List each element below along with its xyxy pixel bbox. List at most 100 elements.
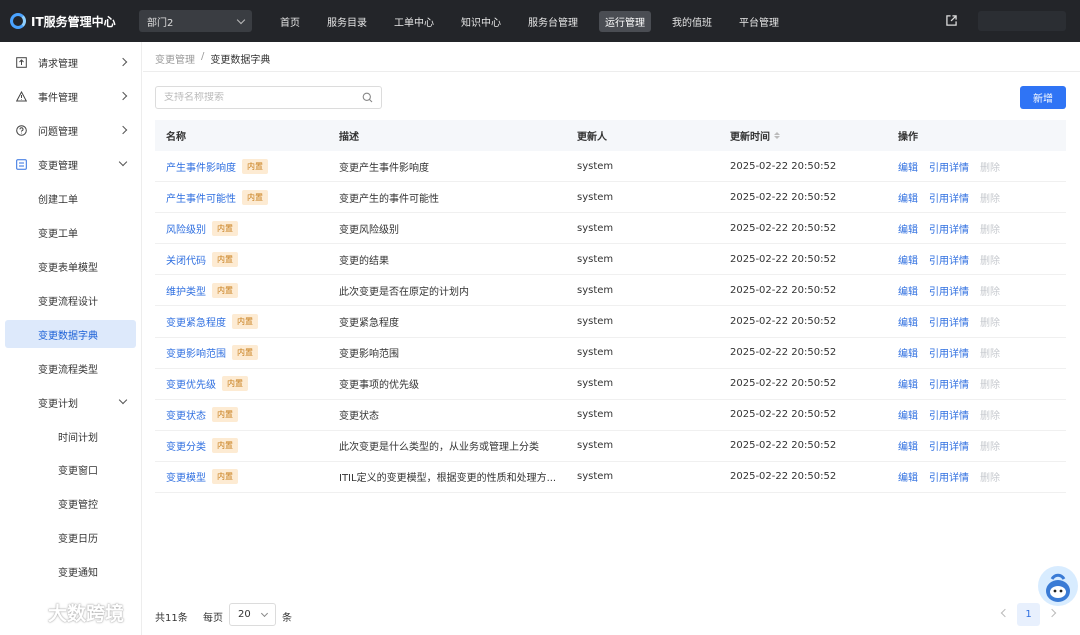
sidebar-item-change-calendar[interactable]: 变更日历 [0, 524, 142, 550]
edit-link[interactable]: 编辑 [898, 159, 918, 174]
assistant-avatar[interactable] [1038, 566, 1078, 606]
delete-link[interactable]: 删除 [980, 221, 1000, 236]
edit-link[interactable]: 编辑 [898, 345, 918, 360]
reference-detail-link[interactable]: 引用详情 [929, 252, 969, 267]
cell-operations: 编辑 引用详情 删除 [898, 252, 1066, 267]
edit-link[interactable]: 编辑 [898, 190, 918, 205]
nav-service-desk[interactable]: 服务台管理 [522, 11, 584, 32]
delete-link[interactable]: 删除 [980, 314, 1000, 329]
reference-detail-link[interactable]: 引用详情 [929, 283, 969, 298]
sort-icon[interactable] [774, 132, 780, 139]
edit-link[interactable]: 编辑 [898, 221, 918, 236]
reference-detail-link[interactable]: 引用详情 [929, 407, 969, 422]
prev-page-button[interactable] [1000, 608, 1010, 618]
column-header-time[interactable]: 更新时间 [730, 128, 898, 143]
nav-home[interactable]: 首页 [274, 11, 306, 32]
next-page-button[interactable] [1047, 608, 1057, 618]
sidebar-item-data-dictionary[interactable]: 变更数据字典 [5, 320, 136, 348]
delete-link[interactable]: 删除 [980, 159, 1000, 174]
search-box[interactable] [155, 86, 382, 109]
breadcrumb-parent[interactable]: 变更管理 [155, 51, 195, 66]
sidebar-item-flow-design[interactable]: 变更流程设计 [0, 287, 142, 313]
sidebar-item-form-model[interactable]: 变更表单模型 [0, 253, 142, 279]
search-icon[interactable] [362, 92, 373, 103]
sidebar-item-create-ticket[interactable]: 创建工单 [0, 185, 142, 211]
nav-platform[interactable]: 平台管理 [733, 11, 785, 32]
name-link[interactable]: 风险级别 [166, 221, 206, 236]
nav-my-duty[interactable]: 我的值班 [666, 11, 718, 32]
reference-detail-link[interactable]: 引用详情 [929, 469, 969, 484]
add-button[interactable]: 新增 [1020, 86, 1066, 109]
sidebar-item-flow-type[interactable]: 变更流程类型 [0, 355, 142, 381]
delete-link[interactable]: 删除 [980, 376, 1000, 391]
cell-description: 变更风险级别 [339, 224, 399, 236]
edit-link[interactable]: 编辑 [898, 376, 918, 391]
name-link[interactable]: 变更优先级 [166, 376, 216, 391]
delete-link[interactable]: 删除 [980, 190, 1000, 205]
name-link[interactable]: 关闭代码 [166, 252, 206, 267]
name-link[interactable]: 维护类型 [166, 283, 206, 298]
sidebar-item-change-control[interactable]: 变更管控 [0, 490, 142, 516]
edit-link[interactable]: 编辑 [898, 438, 918, 453]
builtin-tag: 内置 [212, 407, 238, 423]
cell-description: ITIL定义的变更模型，根据变更的性质和处理方... [339, 473, 557, 485]
cell-operations: 编辑 引用详情 删除 [898, 221, 1066, 236]
nav-ticket-center[interactable]: 工单中心 [388, 11, 440, 32]
sidebar-item-change-ticket[interactable]: 变更工单 [0, 219, 142, 245]
external-link-icon[interactable] [946, 15, 957, 26]
delete-link[interactable]: 删除 [980, 345, 1000, 360]
page-number-current[interactable]: 1 [1017, 603, 1040, 626]
delete-link[interactable]: 删除 [980, 252, 1000, 267]
sidebar-item-label: 时间计划 [58, 432, 98, 444]
cell-name: 维护类型 内置 [155, 282, 339, 298]
table-row: 变更紧急程度 内置 变更紧急程度 system 2025-02-22 20:50:52 编… [155, 306, 1066, 338]
sidebar-item-change-plan[interactable]: 变更计划 [0, 389, 142, 415]
edit-link[interactable]: 编辑 [898, 314, 918, 329]
breadcrumb-separator: / [201, 51, 205, 62]
delete-link[interactable]: 删除 [980, 407, 1000, 422]
reference-detail-link[interactable]: 引用详情 [929, 314, 969, 329]
sidebar-item-problem[interactable]: 问题管理 [0, 117, 142, 143]
user-menu[interactable] [978, 11, 1066, 31]
cell-operations: 编辑 引用详情 删除 [898, 283, 1066, 298]
cell-operations: 编辑 引用详情 删除 [898, 314, 1066, 329]
app-logo[interactable]: IT服务管理中心 [10, 13, 130, 30]
nav-service-catalog[interactable]: 服务目录 [321, 11, 373, 32]
reference-detail-link[interactable]: 引用详情 [929, 376, 969, 391]
sidebar-item-request[interactable]: 请求管理 [0, 49, 142, 75]
name-link[interactable]: 变更模型 [166, 469, 206, 484]
builtin-tag: 内置 [242, 189, 268, 205]
edit-link[interactable]: 编辑 [898, 283, 918, 298]
reference-detail-link[interactable]: 引用详情 [929, 159, 969, 174]
name-link[interactable]: 变更状态 [166, 407, 206, 422]
reference-detail-link[interactable]: 引用详情 [929, 221, 969, 236]
sidebar-item-change-notice[interactable]: 变更通知 [0, 558, 142, 584]
change-icon [16, 158, 27, 170]
name-link[interactable]: 产生事件可能性 [166, 190, 236, 205]
name-link[interactable]: 产生事件影响度 [166, 159, 236, 174]
search-input[interactable] [164, 92, 362, 103]
sidebar-item-time-plan[interactable]: 时间计划 [0, 423, 142, 449]
delete-link[interactable]: 删除 [980, 438, 1000, 453]
sidebar-item-change[interactable]: 变更管理 [0, 151, 142, 177]
name-link[interactable]: 变更分类 [166, 438, 206, 453]
sidebar-item-incident[interactable]: 事件管理 [0, 83, 142, 109]
upload-icon [16, 56, 27, 68]
page-size-value: 20 [238, 609, 251, 620]
edit-link[interactable]: 编辑 [898, 252, 918, 267]
name-link[interactable]: 变更影响范围 [166, 345, 226, 360]
reference-detail-link[interactable]: 引用详情 [929, 345, 969, 360]
nav-operations[interactable]: 运行管理 [599, 10, 651, 32]
name-link[interactable]: 变更紧急程度 [166, 314, 226, 329]
edit-link[interactable]: 编辑 [898, 407, 918, 422]
reference-detail-link[interactable]: 引用详情 [929, 190, 969, 205]
delete-link[interactable]: 删除 [980, 469, 1000, 484]
department-select[interactable]: 部门2 [139, 10, 252, 32]
delete-link[interactable]: 删除 [980, 283, 1000, 298]
reference-detail-link[interactable]: 引用详情 [929, 438, 969, 453]
sidebar-item-change-window[interactable]: 变更窗口 [0, 456, 142, 482]
nav-knowledge-center[interactable]: 知识中心 [455, 11, 507, 32]
page-size-select[interactable]: 20 [229, 603, 276, 626]
cell-update-time: 2025-02-22 20:50:52 [730, 378, 837, 390]
edit-link[interactable]: 编辑 [898, 469, 918, 484]
